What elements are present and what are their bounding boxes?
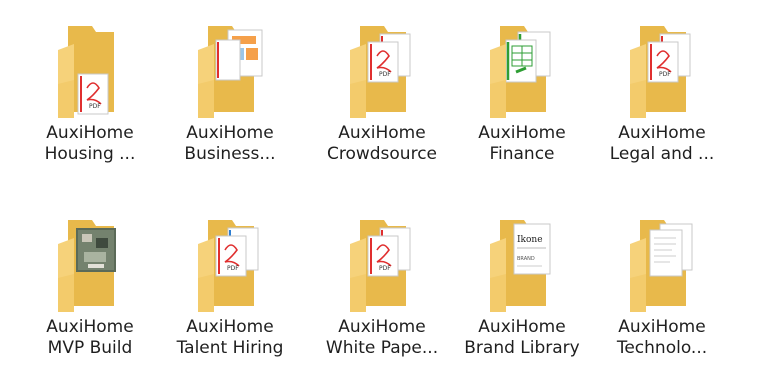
folder-label-line2: Crowdsource [326, 144, 438, 164]
folder-label: AuxiHome Business... [161, 123, 299, 165]
photo-folder-icon [48, 218, 132, 313]
file-grid: PDF AuxiHome Housing ... AuxiHome Business… [0, 0, 769, 368]
folder-item[interactable]: PDF AuxiHome White Pape... [312, 200, 452, 370]
folder-label: AuxiHome White Pape... [313, 317, 451, 359]
folder-label-line2: Finance [489, 144, 555, 164]
folder-item[interactable]: PDF AuxiHome Legal and ... [592, 6, 732, 176]
document-folder-icon [620, 218, 704, 313]
folder-label-line1: AuxiHome [186, 317, 274, 337]
folder-label-line2: MVP Build [47, 338, 133, 358]
folder-label-line2: White Pape... [325, 338, 439, 358]
folder-item[interactable]: AuxiHome MVP Build [20, 200, 160, 370]
folder-label-line2: Business... [184, 144, 276, 164]
brand-doc-folder-icon: Ikone BRAND [480, 218, 564, 313]
svg-text:PDF: PDF [89, 103, 101, 110]
folder-item[interactable]: AuxiHome Technolo... [592, 200, 732, 370]
svg-text:PDF: PDF [659, 71, 671, 78]
folder-label: AuxiHome Finance [453, 123, 591, 165]
folder-label-line1: AuxiHome [338, 123, 426, 143]
folder-label-line2: Technolo... [616, 338, 708, 358]
folder-item[interactable]: Ikone BRAND AuxiHome Brand Library [452, 200, 592, 370]
folder-item[interactable]: AuxiHome Business... [160, 6, 300, 176]
pdf-folder-icon: PDF [48, 24, 132, 119]
folder-label-line2: Talent Hiring [176, 338, 284, 358]
folder-label-line1: AuxiHome [46, 317, 134, 337]
spreadsheet-folder-icon [480, 24, 564, 119]
folder-label: AuxiHome Housing ... [21, 123, 159, 165]
folder-label-line1: AuxiHome [478, 317, 566, 337]
folder-label: AuxiHome Technolo... [593, 317, 731, 359]
folder-label-line2: Legal and ... [609, 144, 715, 164]
folder-label-line1: AuxiHome [186, 123, 274, 143]
folder-label-line1: AuxiHome [618, 123, 706, 143]
folder-label-line1: AuxiHome [618, 317, 706, 337]
pdf-folder-icon: PDF [340, 218, 424, 313]
folder-label: AuxiHome MVP Build [21, 317, 159, 359]
svg-text:PDF: PDF [227, 265, 239, 272]
folder-label: AuxiHome Legal and ... [593, 123, 731, 165]
folder-label: AuxiHome Talent Hiring [161, 317, 299, 359]
folder-label-line2: Housing ... [44, 144, 136, 164]
svg-text:Ikone: Ikone [517, 235, 543, 245]
folder-item[interactable]: PDF AuxiHome Talent Hiring [160, 200, 300, 370]
folder-label: AuxiHome Brand Library [453, 317, 591, 359]
svg-text:BRAND: BRAND [517, 256, 535, 262]
folder-label-line1: AuxiHome [338, 317, 426, 337]
folder-item[interactable]: PDF AuxiHome Crowdsource [312, 6, 452, 176]
folder-item[interactable]: PDF AuxiHome Housing ... [20, 6, 160, 176]
pdf-folder-icon: PDF [188, 218, 272, 313]
folder-label: AuxiHome Crowdsource [313, 123, 451, 165]
svg-text:PDF: PDF [379, 71, 391, 78]
brochure-folder-icon [188, 24, 272, 119]
pdf-folder-icon: PDF [620, 24, 704, 119]
folder-label-line1: AuxiHome [46, 123, 134, 143]
svg-text:PDF: PDF [379, 265, 391, 272]
folder-label-line1: AuxiHome [478, 123, 566, 143]
pdf-folder-icon: PDF [340, 24, 424, 119]
folder-item[interactable]: AuxiHome Finance [452, 6, 592, 176]
folder-label-line2: Brand Library [464, 338, 580, 358]
